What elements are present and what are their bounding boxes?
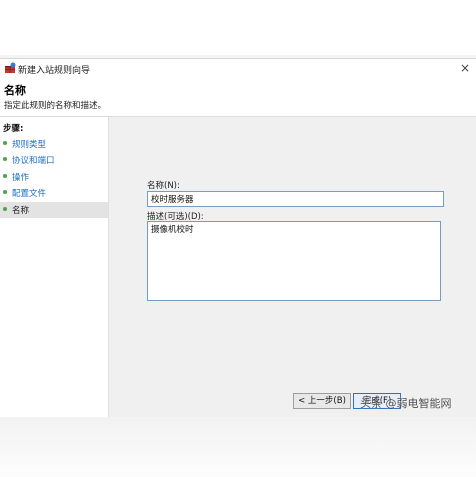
- bottom-whitespace: [0, 418, 476, 477]
- step-action[interactable]: 操作: [0, 169, 108, 185]
- wizard-header: 名称 指定此规则的名称和描述。: [0, 78, 476, 117]
- back-button[interactable]: < 上一步(B): [293, 393, 351, 409]
- top-whitespace: [0, 0, 476, 55]
- step-protocol-port[interactable]: 协议和端口: [0, 152, 108, 168]
- step-bullet-icon: [3, 207, 7, 211]
- step-label: 操作: [12, 173, 30, 183]
- watermark: 头条 @弱电智能网: [360, 397, 452, 410]
- step-label: 配置文件: [12, 189, 47, 199]
- step-name[interactable]: 名称: [0, 202, 108, 218]
- step-label: 名称: [12, 206, 30, 216]
- description-textarea[interactable]: 摄像机校时: [147, 221, 441, 301]
- steps-sidebar: 步骤: 规则类型 协议和端口 操作 配置文件 名称: [0, 117, 108, 417]
- window-titlebar: 新建入站规则向导 ×: [0, 58, 476, 79]
- wizard-content: 名称(N): 描述(可选)(D): 摄像机校时 < 上一步(B) 完成(F): [108, 117, 476, 417]
- step-label: 协议和端口: [12, 156, 55, 166]
- step-bullet-icon: [3, 174, 7, 178]
- name-input[interactable]: [147, 191, 444, 207]
- page-title: 名称: [4, 84, 26, 97]
- steps-heading: 步骤:: [3, 124, 24, 134]
- step-rule-type[interactable]: 规则类型: [0, 136, 108, 152]
- step-label: 规则类型: [12, 140, 47, 150]
- close-icon[interactable]: ×: [454, 59, 476, 79]
- firewall-wizard-icon: [4, 62, 16, 74]
- name-label: 名称(N):: [147, 181, 180, 191]
- step-bullet-icon: [3, 190, 7, 194]
- step-profile[interactable]: 配置文件: [0, 185, 108, 201]
- page-subtitle: 指定此规则的名称和描述。: [4, 101, 107, 111]
- window-title: 新建入站规则向导: [18, 66, 91, 76]
- step-bullet-icon: [3, 141, 7, 145]
- step-bullet-icon: [3, 157, 7, 161]
